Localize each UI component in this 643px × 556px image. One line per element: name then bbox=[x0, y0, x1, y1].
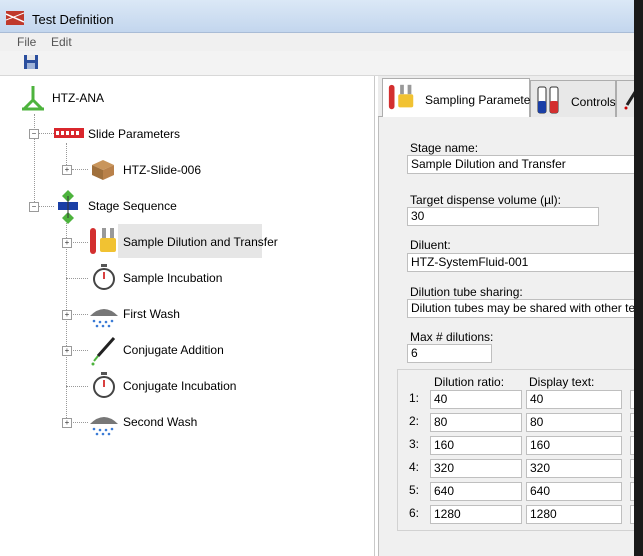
display-text-header: Display text: bbox=[529, 375, 595, 389]
pipette-icon bbox=[91, 337, 116, 366]
tree-node-stage[interactable]: Sample Incubation bbox=[123, 271, 222, 285]
tree-line bbox=[66, 218, 67, 422]
test-tubes-icon bbox=[388, 84, 414, 110]
stopwatch-icon bbox=[93, 264, 115, 290]
diluent-input[interactable]: HTZ-SystemFluid-001 bbox=[407, 253, 643, 272]
tree-line bbox=[66, 278, 88, 279]
cardboard-box-icon bbox=[92, 160, 114, 180]
tree-line bbox=[66, 386, 88, 387]
tree-node-slide[interactable]: HTZ-Slide-006 bbox=[123, 163, 201, 177]
stopwatch-icon bbox=[93, 372, 115, 398]
shower-head-icon bbox=[90, 417, 118, 436]
toolbar bbox=[0, 51, 643, 76]
collapse-toggle[interactable]: − bbox=[29, 129, 39, 139]
tree-node-stage[interactable]: Second Wash bbox=[123, 415, 197, 429]
tree-line bbox=[38, 133, 54, 134]
expand-toggle[interactable]: + bbox=[62, 346, 72, 356]
diluent-label: Diluent: bbox=[410, 238, 451, 252]
tree-line bbox=[34, 114, 35, 206]
test-tubes-icon bbox=[90, 228, 116, 254]
tree-node-slide-parameters[interactable]: Slide Parameters bbox=[88, 127, 180, 141]
dilution-ratio-input[interactable]: 320 bbox=[430, 459, 522, 478]
max-dilutions-input[interactable]: 6 bbox=[407, 344, 492, 363]
expand-toggle[interactable]: + bbox=[62, 165, 72, 175]
row-number: 3: bbox=[409, 437, 420, 451]
dilution-ratio-input[interactable]: 40 bbox=[430, 390, 522, 409]
tree-node-stage[interactable]: Sample Dilution and Transfer bbox=[123, 235, 278, 249]
expand-toggle[interactable]: + bbox=[62, 310, 72, 320]
tree-node-root[interactable]: HTZ-ANA bbox=[52, 91, 104, 105]
tree-node-stage[interactable]: Conjugate Addition bbox=[123, 343, 224, 357]
tab-sampling-parameters[interactable]: Sampling Parameters bbox=[382, 78, 540, 118]
expand-toggle[interactable]: + bbox=[62, 418, 72, 428]
display-text-input[interactable]: 320 bbox=[526, 459, 622, 478]
control-vials-icon bbox=[537, 86, 559, 114]
tab-controls[interactable]: Controls bbox=[530, 80, 616, 117]
tube-sharing-select[interactable]: Dilution tubes may be shared with other … bbox=[407, 299, 643, 318]
dilution-ratio-input[interactable]: 640 bbox=[430, 482, 522, 501]
max-dilutions-label: Max # dilutions: bbox=[410, 330, 494, 344]
row-number: 1: bbox=[409, 391, 420, 405]
tree-node-stage[interactable]: Conjugate Incubation bbox=[123, 379, 236, 393]
collapse-toggle[interactable]: − bbox=[29, 202, 39, 212]
slide-icon bbox=[54, 128, 84, 138]
display-text-input[interactable]: 80 bbox=[526, 413, 622, 432]
tab-label: Controls bbox=[571, 95, 616, 109]
shower-head-icon bbox=[90, 309, 118, 328]
display-text-input[interactable]: 40 bbox=[526, 390, 622, 409]
display-text-input[interactable]: 1280 bbox=[526, 505, 622, 524]
flowchart-icon bbox=[58, 190, 78, 224]
tree-node-stage-sequence[interactable]: Stage Sequence bbox=[88, 199, 177, 213]
row-number: 6: bbox=[409, 506, 420, 520]
menu-bar: File Edit bbox=[0, 33, 643, 51]
antibody-icon bbox=[22, 86, 44, 111]
dilution-ratio-input[interactable]: 80 bbox=[430, 413, 522, 432]
window-edge bbox=[634, 0, 643, 556]
menu-file[interactable]: File bbox=[17, 35, 36, 49]
dilution-ratio-header: Dilution ratio: bbox=[434, 375, 505, 389]
expand-toggle[interactable]: + bbox=[62, 238, 72, 248]
display-text-input[interactable]: 640 bbox=[526, 482, 622, 501]
tree-line bbox=[72, 169, 88, 170]
row-number: 5: bbox=[409, 483, 420, 497]
target-volume-input[interactable]: 30 bbox=[407, 207, 599, 226]
row-number: 2: bbox=[409, 414, 420, 428]
stage-name-input[interactable]: Sample Dilution and Transfer bbox=[407, 155, 643, 174]
row-number: 4: bbox=[409, 460, 420, 474]
stage-name-label: Stage name: bbox=[410, 141, 479, 155]
tree-node-stage[interactable]: First Wash bbox=[123, 307, 180, 321]
dilution-ratio-input[interactable]: 1280 bbox=[430, 505, 522, 524]
window-title: Test Definition bbox=[32, 12, 114, 27]
tree-line bbox=[38, 206, 54, 207]
dilution-ratio-input[interactable]: 160 bbox=[430, 436, 522, 455]
floppy-disk-icon[interactable] bbox=[24, 55, 38, 69]
tube-sharing-label: Dilution tube sharing: bbox=[410, 285, 523, 299]
test-definition-icon bbox=[6, 11, 24, 25]
menu-edit[interactable]: Edit bbox=[51, 35, 72, 49]
tab-label: Sampling Parameters bbox=[425, 93, 541, 107]
target-volume-label: Target dispense volume (µl): bbox=[410, 193, 561, 207]
display-text-input[interactable]: 160 bbox=[526, 436, 622, 455]
